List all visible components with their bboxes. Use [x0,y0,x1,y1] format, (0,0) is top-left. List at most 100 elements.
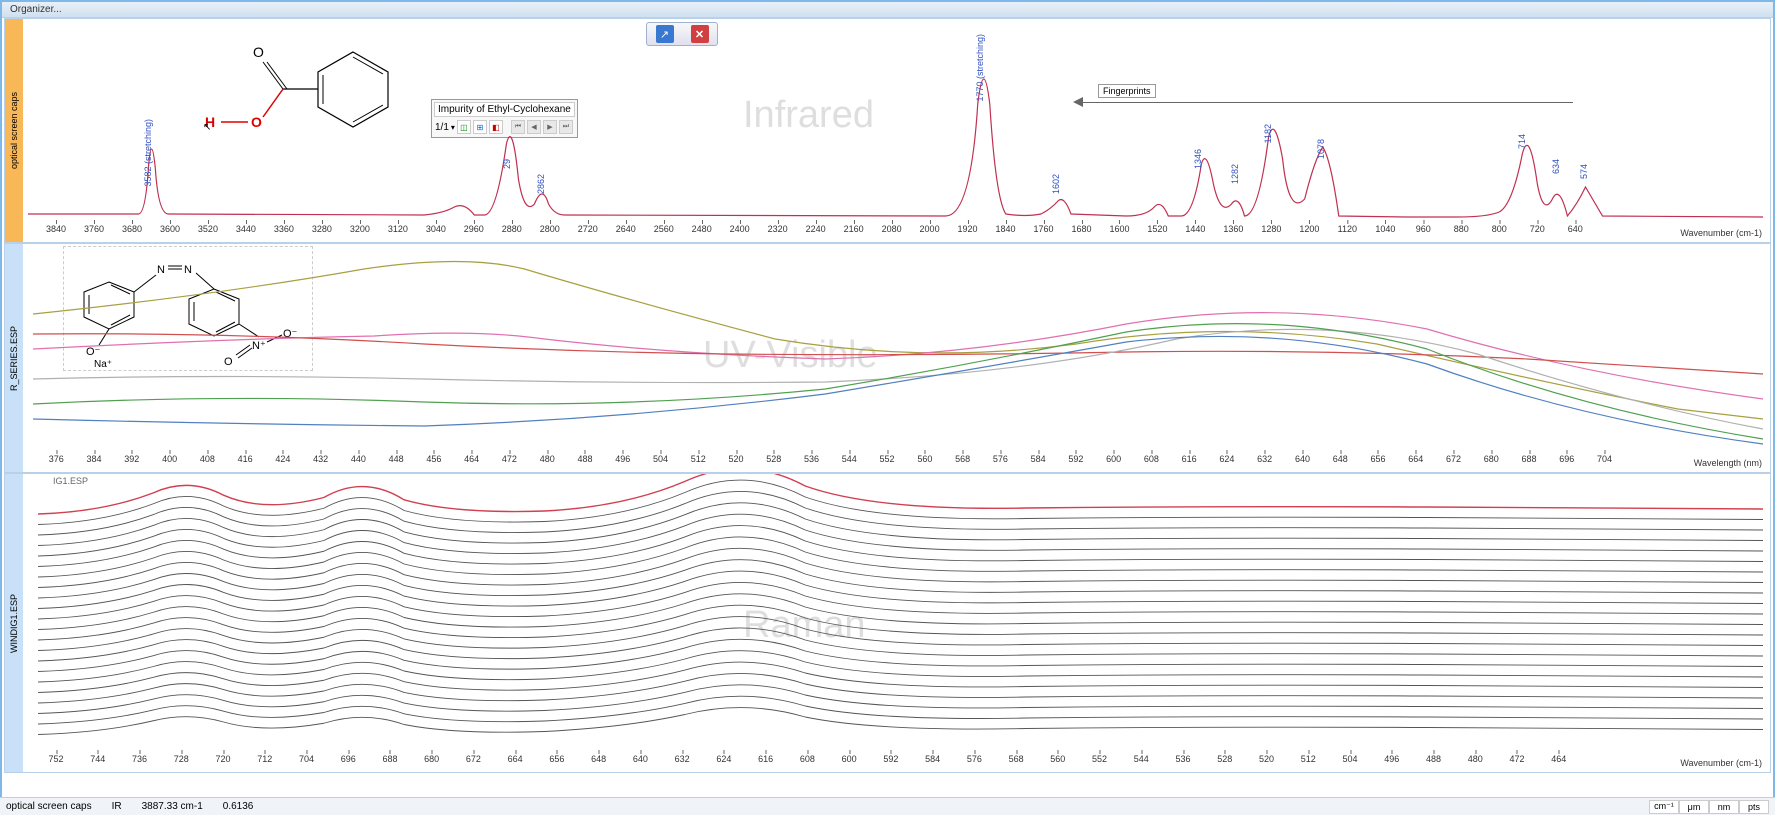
axis-tick: 3040 [426,224,446,234]
axis-tick: 632 [675,754,690,764]
unit-pts[interactable]: pts [1739,800,1769,814]
axis-tick: 2400 [730,224,750,234]
unit-um[interactable]: μm [1679,800,1709,814]
uv-spectrum-svg [23,244,1768,454]
axis-tick: 680 [1484,454,1499,464]
axis-tick: 1440 [1185,224,1205,234]
unit-buttons: cm⁻¹ μm nm pts [1649,800,1769,814]
axis-tick: 544 [1134,754,1149,764]
axis-tick: 568 [955,454,970,464]
axis-tick: 488 [1426,754,1441,764]
unit-cm[interactable]: cm⁻¹ [1649,800,1679,814]
axis-tick: 376 [49,454,64,464]
status-name: optical screen caps [6,801,92,812]
axis-tick: 696 [1559,454,1574,464]
axis-tick: 392 [124,454,139,464]
uv-axis-label: Wavelength (nm) [1688,458,1768,468]
axis-tick: 1120 [1338,224,1357,234]
axis-tick: 464 [464,454,479,464]
status-x: 3887.33 cm-1 [142,801,203,812]
axis-tick: 3840 [46,224,66,234]
axis-tick: 744 [90,754,105,764]
raman-axis: 7527447367287207127046966886806726646566… [23,754,1768,772]
axis-tick: 1920 [958,224,978,234]
axis-tick: 648 [591,754,606,764]
axis-tick: 536 [1176,754,1191,764]
axis-tick: 568 [1009,754,1024,764]
axis-tick: 680 [424,754,439,764]
axis-tick: 656 [1370,454,1385,464]
axis-tick: 2160 [844,224,864,234]
axis-tick: 576 [993,454,1008,464]
panel-infrared-side-label: optical screen caps [5,19,23,242]
organizer-label: Organizer... [10,4,62,15]
axis-tick: 672 [466,754,481,764]
axis-tick: 2320 [768,224,788,234]
axis-tick: 528 [766,454,781,464]
axis-tick: 640 [1568,224,1583,234]
axis-tick: 696 [341,754,356,764]
axis-tick: 2800 [540,224,560,234]
axis-tick: 504 [653,454,668,464]
axis-tick: 2000 [920,224,940,234]
axis-tick: 3600 [160,224,180,234]
axis-tick: 608 [800,754,815,764]
uv-axis: 3763843924004084164244324404484564644724… [23,454,1768,472]
axis-tick: 1200 [1299,224,1319,234]
panel-raman: WINDIG1.ESP IG1.ESP Raman 75274473672872… [4,473,1771,773]
axis-tick: 616 [758,754,773,764]
axis-tick: 2880 [502,224,522,234]
axis-tick: 3120 [388,224,408,234]
axis-tick: 664 [1408,454,1423,464]
ir-spectrum-svg [23,19,1768,224]
axis-tick: 600 [842,754,857,764]
organizer-bar[interactable]: Organizer... [2,2,1773,18]
axis-tick: 432 [313,454,328,464]
infrared-chart[interactable]: Infrared ↗ ✕ O O H [23,19,1768,224]
axis-tick: 2640 [616,224,636,234]
axis-tick: 1520 [1147,224,1167,234]
axis-tick: 520 [729,454,744,464]
panel-uv: R_SERIES.ESP UV-Visible O⁻ Na⁺ N N [4,243,1771,473]
panel-infrared: optical screen caps Infrared ↗ ✕ O [4,18,1771,243]
panel-uv-side-label: R_SERIES.ESP [5,244,23,472]
axis-tick: 456 [426,454,441,464]
axis-tick: 1280 [1261,224,1281,234]
axis-tick: 3280 [312,224,332,234]
axis-tick: 688 [1522,454,1537,464]
axis-tick: 472 [1509,754,1524,764]
raman-spectrum-svg [23,474,1768,754]
uv-chart[interactable]: UV-Visible O⁻ Na⁺ N N [23,244,1768,454]
axis-tick: 664 [508,754,523,764]
axis-tick: 728 [174,754,189,764]
axis-tick: 2080 [882,224,902,234]
axis-tick: 584 [1031,454,1046,464]
infrared-axis-label: Wavenumber (cm-1) [1674,228,1768,238]
axis-tick: 488 [577,454,592,464]
axis-tick: 2560 [654,224,674,234]
axis-tick: 3680 [122,224,142,234]
axis-tick: 712 [257,754,272,764]
axis-tick: 656 [549,754,564,764]
axis-tick: 512 [691,454,706,464]
axis-tick: 2480 [692,224,712,234]
axis-tick: 552 [880,454,895,464]
axis-tick: 552 [1092,754,1107,764]
axis-tick: 560 [1050,754,1065,764]
axis-tick: 672 [1446,454,1461,464]
axis-tick: 560 [917,454,932,464]
raman-chart[interactable]: IG1.ESP Raman [23,474,1768,754]
axis-tick: 2720 [578,224,598,234]
axis-tick: 464 [1551,754,1566,764]
axis-tick: 704 [299,754,314,764]
axis-tick: 688 [382,754,397,764]
axis-tick: 528 [1217,754,1232,764]
unit-nm[interactable]: nm [1709,800,1739,814]
axis-tick: 632 [1257,454,1272,464]
infrared-axis: 3840376036803600352034403360328032003120… [23,224,1768,242]
axis-tick: 608 [1144,454,1159,464]
axis-tick: 400 [162,454,177,464]
axis-tick: 1680 [1071,224,1091,234]
axis-tick: 704 [1597,454,1612,464]
axis-tick: 640 [633,754,648,764]
